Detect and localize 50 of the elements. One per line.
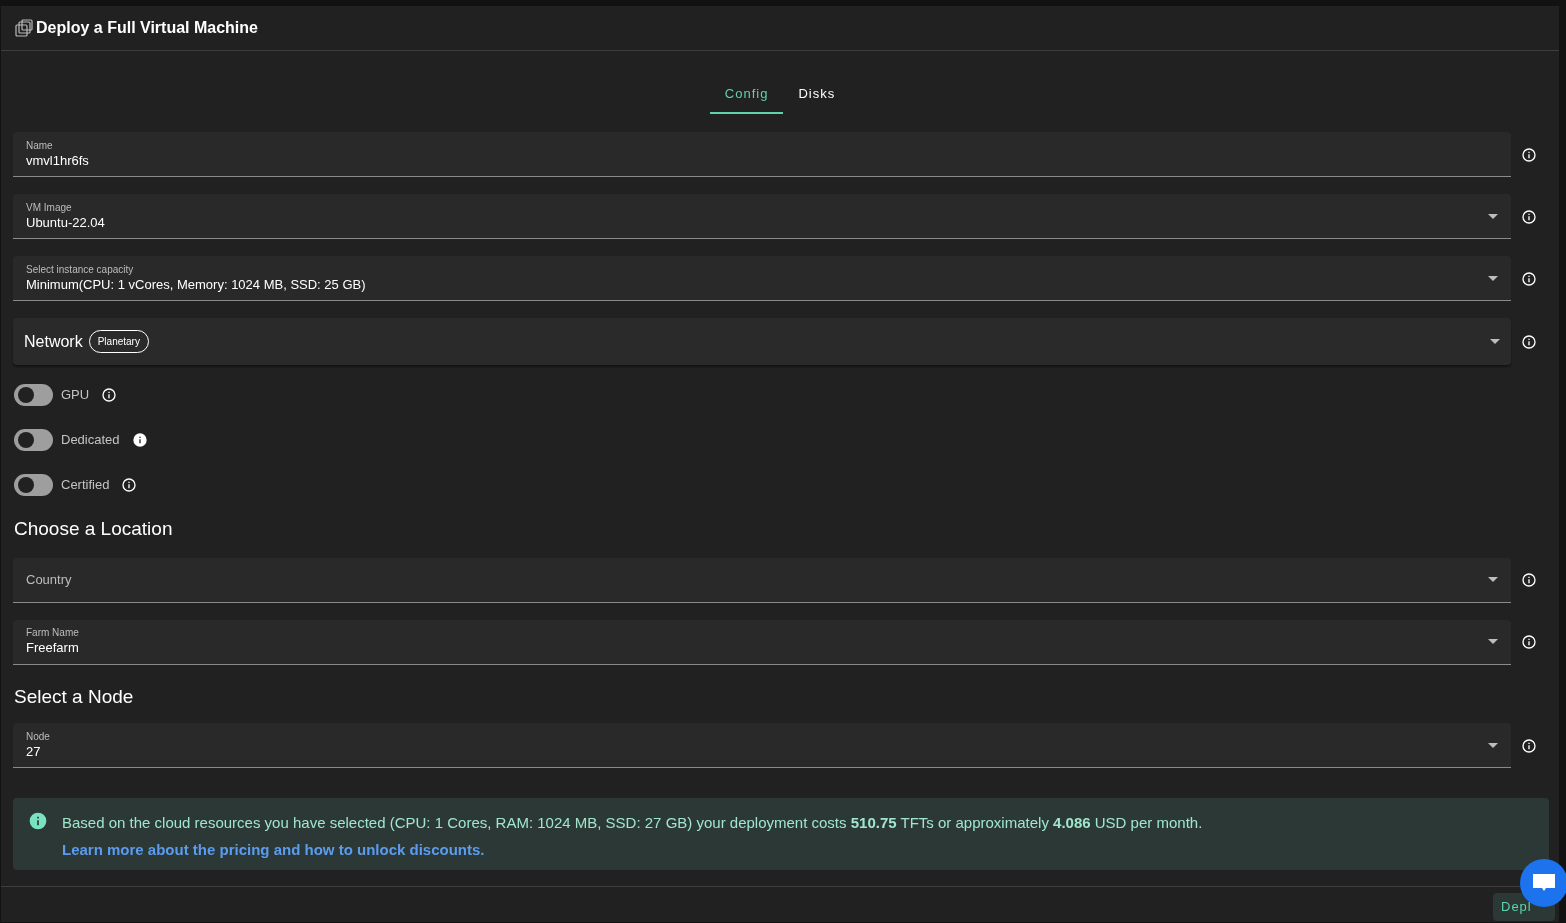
network-panel[interactable]: Network Planetary (13, 318, 1511, 365)
info-icon (121, 477, 138, 493)
field-label: Node (26, 729, 51, 743)
info-icon (1521, 634, 1537, 650)
toggle-label: Certified (61, 476, 110, 495)
toggle-switch[interactable] (14, 384, 53, 406)
caret-icon (1488, 213, 1498, 219)
select-field[interactable]: Node 27 (13, 723, 1511, 768)
window-title: Deploy a Full Virtual Machine (36, 18, 258, 38)
field-label: Farm Name (26, 626, 80, 639)
field-value: Freefarm (26, 639, 80, 657)
toggle-switch[interactable] (14, 474, 53, 496)
info-icon (1521, 333, 1537, 350)
info-icon (1521, 146, 1537, 163)
section-heading: Choose a Location (14, 518, 173, 539)
select-field[interactable]: Select instance capacity Minimum(CPU: 1 vCores, Memory: 1024 MB, SSD: 25 GB) (13, 256, 1511, 301)
field-label: Name (26, 138, 54, 152)
toggle-label: GPU (61, 386, 90, 405)
toggle-switch[interactable] (14, 429, 53, 451)
pricing-message: Based on the cloud resources you have selected (CPU: 1 Cores, RAM: 1024 MB, SSD: 27 GB) your deployment costs 510.75 TFTs or approximately 4.086 USD per month. (62, 813, 1203, 833)
text-field[interactable]: Name vmvl1hr6fs (13, 132, 1511, 177)
select-field[interactable]: Country (13, 557, 1511, 603)
field-placeholder: Country (26, 570, 73, 589)
field-label: Select instance capacity (26, 262, 135, 276)
info-icon (1521, 572, 1537, 588)
caret-icon (1488, 742, 1498, 748)
toggle-label: Dedicated (61, 431, 120, 450)
select-field[interactable]: Farm Name Freefarm (13, 619, 1511, 665)
select-field[interactable]: VM Image Ubuntu-22.04 (13, 194, 1511, 239)
network-label: Network (24, 331, 83, 352)
caret-icon (1488, 275, 1498, 281)
info-icon (101, 387, 118, 403)
windows-icon (14, 18, 34, 38)
tab[interactable]: Config (709, 75, 784, 114)
caret-icon (1488, 577, 1498, 582)
info-icon (28, 811, 48, 831)
info-icon (1521, 737, 1537, 754)
caret-icon (1490, 339, 1500, 344)
section-heading: Select a Node (14, 685, 134, 707)
info-icon (131, 432, 148, 448)
field-value: vmvl1hr6fs (26, 151, 90, 170)
field-value: Minimum(CPU: 1 vCores, Memory: 1024 MB, SSD: 25 GB) (26, 275, 367, 294)
tab[interactable]: Disks (783, 75, 851, 114)
field-value: Ubuntu-22.04 (26, 213, 106, 232)
caret-icon (1488, 639, 1498, 644)
pricing-link[interactable]: Learn more about the pricing and how to unlock discounts. (62, 838, 1203, 861)
field-label: VM Image (26, 200, 73, 214)
info-icon (1521, 208, 1537, 225)
info-icon (1521, 270, 1537, 287)
field-value: 27 (26, 742, 42, 761)
